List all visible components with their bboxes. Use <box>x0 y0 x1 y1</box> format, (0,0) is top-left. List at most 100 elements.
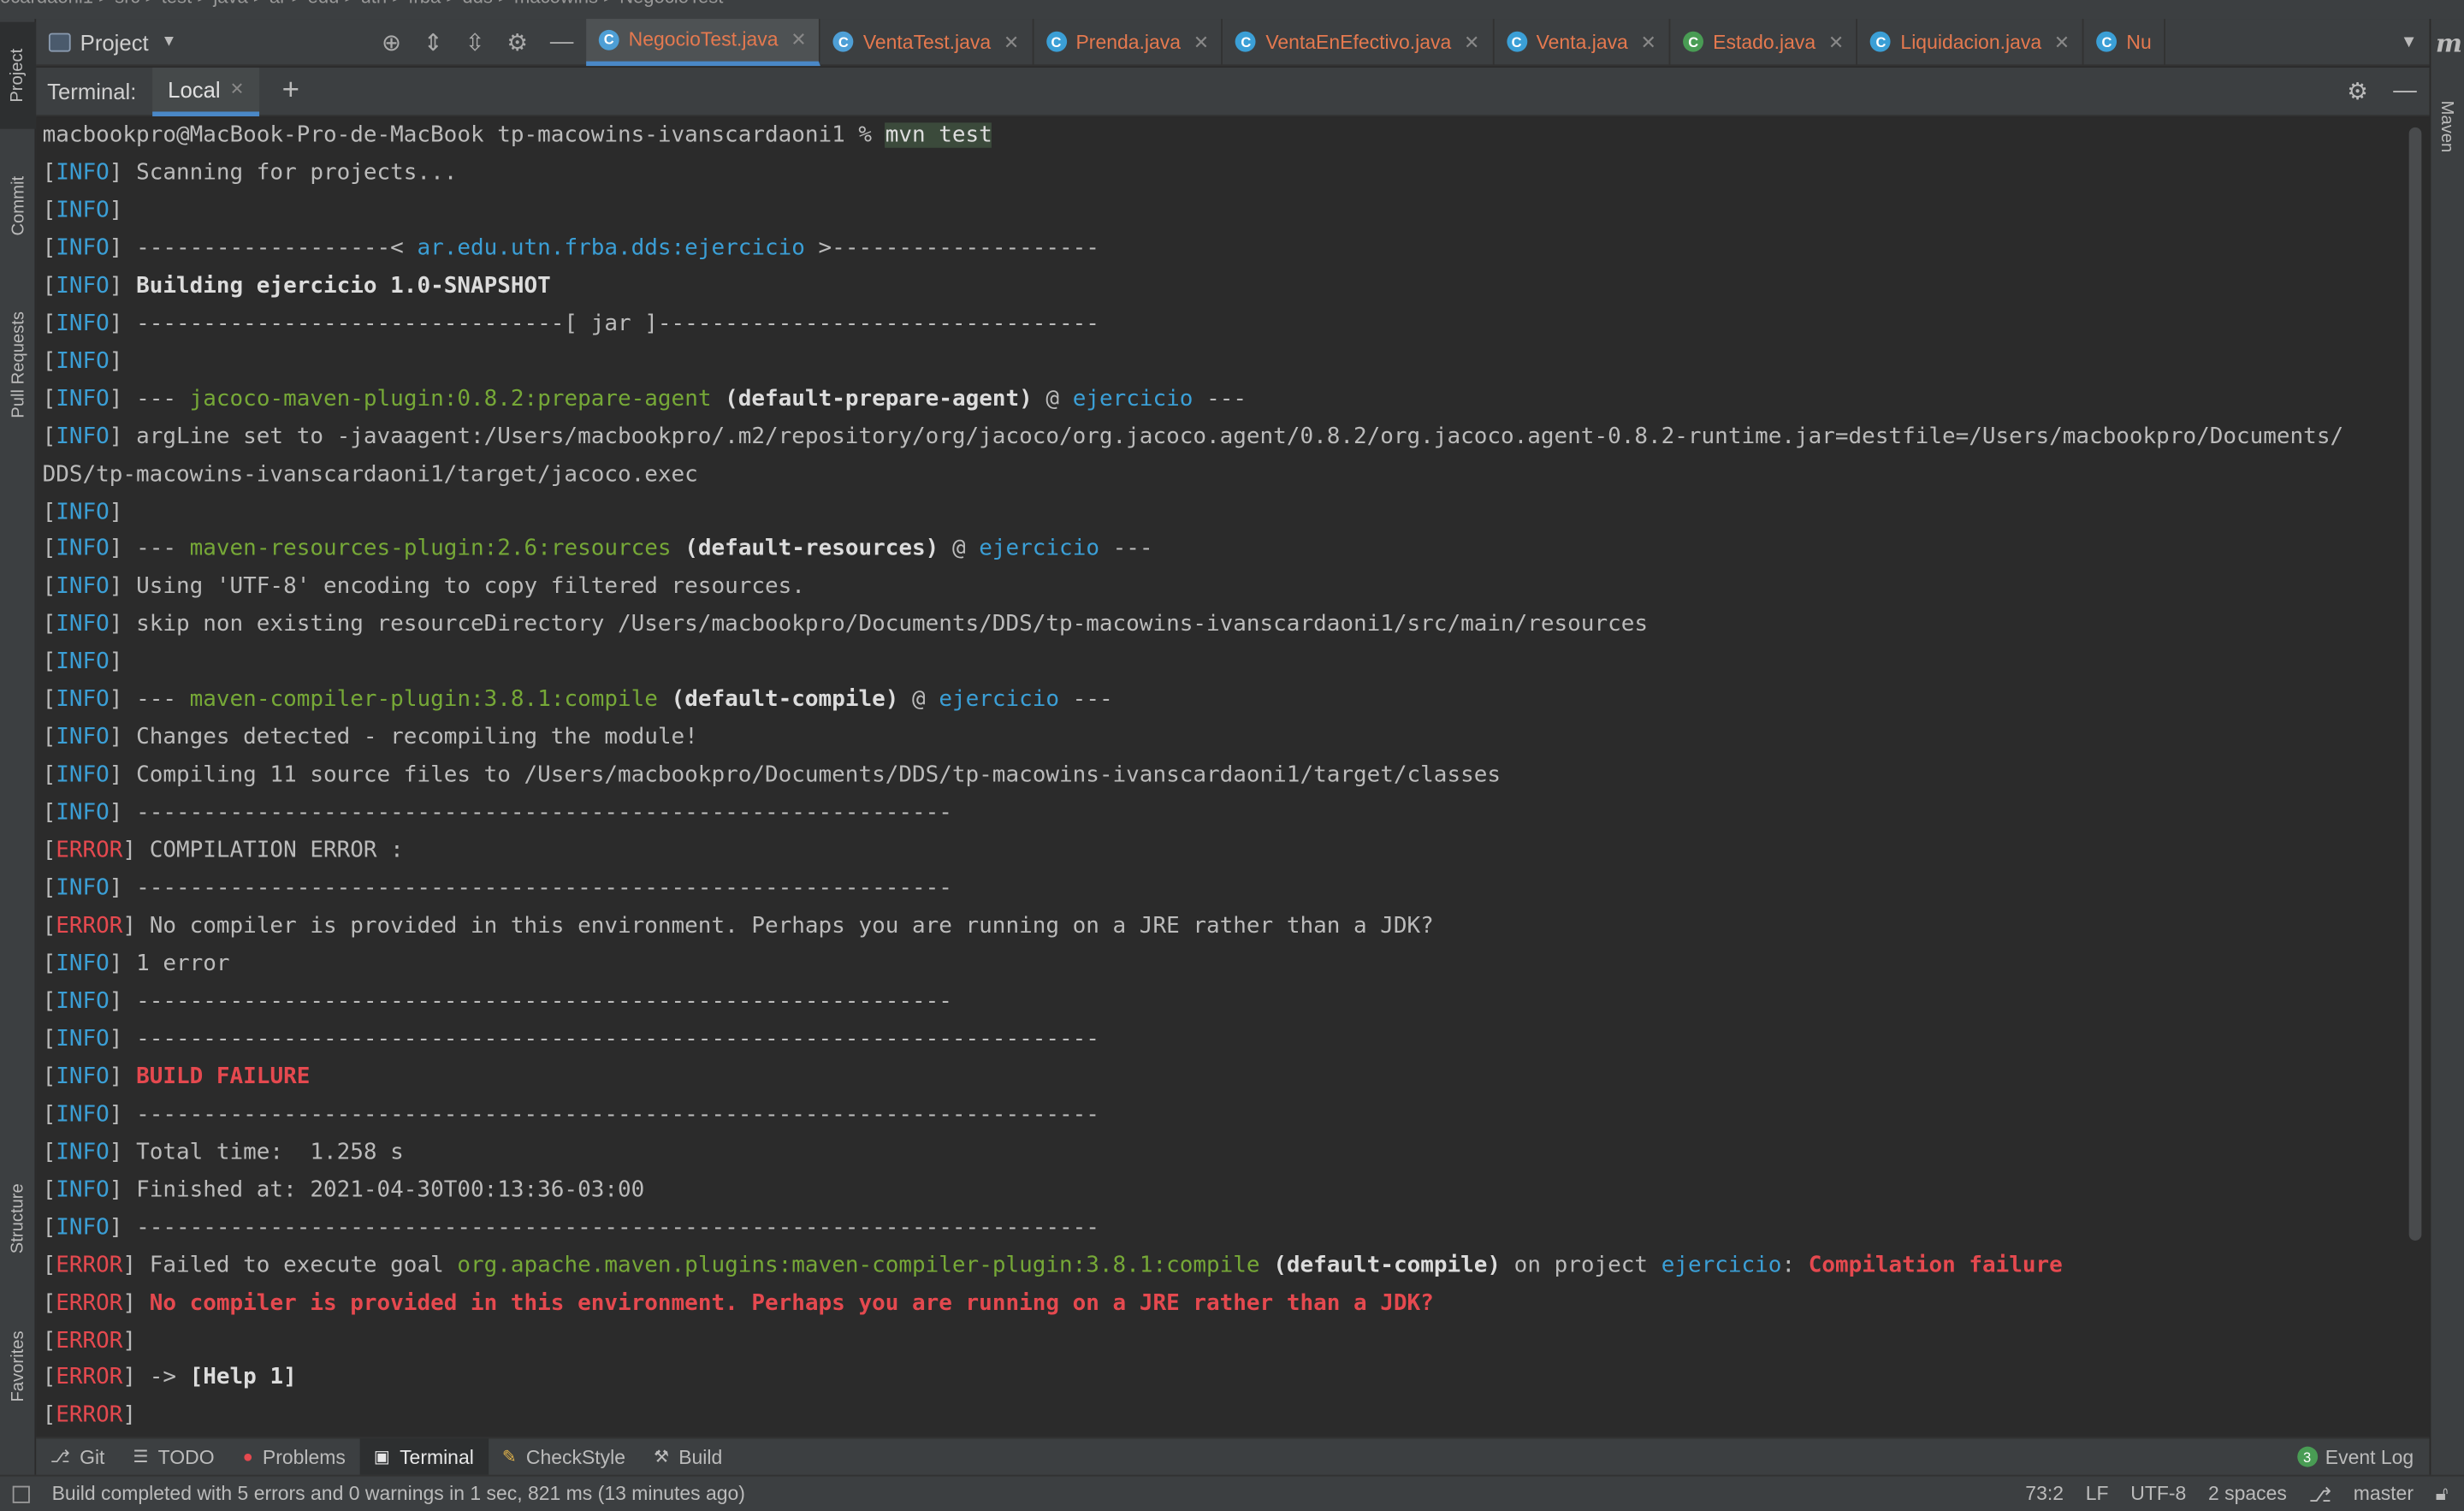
bottom-tab[interactable]: ⎇ Git <box>36 1438 119 1476</box>
terminal-segment: INFO <box>56 235 110 261</box>
gear-icon[interactable]: ⚙ <box>2347 77 2368 105</box>
terminal-segment: ERROR <box>56 913 123 939</box>
terminal-segment: [ <box>42 386 56 412</box>
bottom-tool-tabs: ⎇ Git ☰ TODO ● Problems ▣ Terminal ✎ CheckStyle ⚒ B… <box>36 1437 2430 1476</box>
bottom-tab[interactable]: ● Problems <box>228 1438 359 1476</box>
terminal-segment: : <box>1781 1252 1809 1278</box>
terminal-tab-local[interactable]: Local ✕ <box>151 67 260 116</box>
terminal-segment: ejercicio <box>979 536 1099 562</box>
maven-icon[interactable]: m <box>2436 28 2462 58</box>
breadcrumb[interactable]: ocardaoni1 > src > test > java > ar > ed… <box>0 0 723 8</box>
caret-position[interactable]: 73:2 <box>2025 1483 2064 1505</box>
close-icon[interactable]: ✕ <box>1194 31 1209 53</box>
terminal-segment: [ <box>42 725 56 751</box>
terminal-line: [INFO] <box>43 198 123 222</box>
editor-tab[interactable]: C Prenda.java ✕ <box>1034 18 1223 66</box>
locate-icon[interactable]: ⊕ <box>382 27 401 56</box>
terminal-segment: >-------------------- <box>804 235 1099 261</box>
close-icon[interactable]: ✕ <box>2054 31 2070 53</box>
terminal-segment: ] 1 error <box>109 951 230 977</box>
checkstyle-icon: ✎ <box>501 1448 517 1467</box>
close-icon[interactable]: ✕ <box>791 28 806 50</box>
terminal-segment: [ <box>42 1026 56 1052</box>
stripe-commit[interactable]: Commit <box>0 151 36 261</box>
editor-tab-label: Estado.java <box>1713 30 1816 53</box>
collapse-all-icon[interactable]: ⇳ <box>465 27 485 56</box>
chevron-down-icon[interactable]: ▼ <box>161 33 176 50</box>
expand-all-icon[interactable]: ⇕ <box>424 27 443 56</box>
editor-tab-label: NegocioTest.java <box>628 28 779 50</box>
terminal-line: [ERROR] Failed to execute goal org.apach… <box>43 1253 2063 1277</box>
editor-tab-label: Liquidacion.java <box>1900 30 2042 53</box>
editor-tab[interactable]: C VentaEnEfectivo.java ✕ <box>1223 18 1495 66</box>
stripe-pull-requests[interactable]: Pull Requests <box>0 286 36 443</box>
terminal-output[interactable]: macbookpro@MacBook-Pro-de-MacBook tp-mac… <box>36 117 2430 1437</box>
bottom-tab[interactable]: ☰ TODO <box>119 1438 228 1476</box>
close-icon[interactable]: ✕ <box>1004 31 1019 53</box>
bottom-tab[interactable]: ⚒ Build <box>640 1438 737 1476</box>
new-terminal-icon[interactable]: + <box>282 74 299 108</box>
terminal-line: [INFO] ---------------------------------… <box>43 989 952 1014</box>
terminal-segment: [ <box>42 1101 56 1128</box>
gear-icon[interactable]: ⚙ <box>506 27 528 56</box>
terminal-segment: INFO <box>56 875 110 902</box>
terminal-segment: [ <box>42 198 56 223</box>
terminal-segment: [ <box>42 1214 56 1241</box>
class-icon: C <box>1045 31 1067 52</box>
terminal-segment: Compilation failure <box>1808 1252 2063 1278</box>
editor-tab[interactable]: C Venta.java ✕ <box>1494 18 1671 66</box>
close-icon[interactable]: ✕ <box>1828 31 1844 53</box>
indent-setting[interactable]: 2 spaces <box>2208 1483 2287 1505</box>
tabs-menu-chevron-icon[interactable]: ▼ <box>2389 33 2430 51</box>
terminal-segment: [ <box>42 1176 56 1203</box>
tool-windows-icon[interactable] <box>12 1484 30 1502</box>
bottom-tab[interactable]: ✎ CheckStyle <box>488 1438 639 1476</box>
editor-tab[interactable]: C NegocioTest.java ✕ <box>586 18 821 66</box>
bottom-tab[interactable]: ▣ Terminal <box>359 1437 489 1476</box>
error-icon: ● <box>242 1447 253 1467</box>
stripe-favorites[interactable]: Favorites <box>0 1305 36 1427</box>
terminal-segment: ERROR <box>56 1289 123 1316</box>
terminal-line: [INFO] Total time: 1.258 s <box>43 1140 404 1164</box>
terminal-segment: [ <box>42 1252 56 1278</box>
stripe-project[interactable]: Project <box>0 21 37 129</box>
minimize-icon[interactable]: — <box>550 27 574 56</box>
terminal-segment: [ <box>42 1402 56 1429</box>
lock-icon[interactable]: 🔓︎ <box>2436 1482 2449 1506</box>
terminal-scrollbar[interactable] <box>2408 127 2422 1241</box>
close-icon[interactable]: ✕ <box>1464 31 1479 53</box>
terminal-segment: ERROR <box>56 1327 123 1354</box>
event-log-button[interactable]: 3 Event Log <box>2296 1446 2414 1467</box>
close-icon[interactable]: ✕ <box>1641 31 1656 53</box>
hammer-icon: ⚒ <box>654 1448 670 1467</box>
file-encoding[interactable]: UTF-8 <box>2130 1483 2186 1505</box>
stripe-structure[interactable]: Structure <box>0 1158 36 1280</box>
terminal-segment: maven-compiler-plugin:3.8.1:compile <box>189 687 658 714</box>
editor-tab[interactable]: C Liquidacion.java ✕ <box>1858 18 2084 66</box>
editor-tabs: C NegocioTest.java ✕ C VentaTest.java ✕ C Prend… <box>586 18 2389 66</box>
editor-tab[interactable]: C Estado.java ✕ <box>1671 18 1858 66</box>
terminal-segment: [ <box>42 424 56 449</box>
terminal-line: [INFO] --- maven-resources-plugin:2.6:re… <box>43 537 1153 562</box>
stripe-maven-label[interactable]: Maven <box>2437 101 2456 153</box>
git-branch[interactable]: master <box>2354 1483 2414 1505</box>
terminal-segment: ejercicio <box>1072 386 1194 412</box>
terminal-segment <box>658 688 672 713</box>
terminal-line: [INFO] <box>43 500 123 524</box>
terminal-segment: INFO <box>56 687 110 714</box>
terminal-segment: ] --------------------------------------… <box>109 875 952 902</box>
terminal-segment: [ <box>42 913 56 939</box>
hide-icon[interactable]: — <box>2393 77 2417 105</box>
bottom-tab-label: Build <box>678 1445 723 1468</box>
terminal-segment: [ <box>42 536 56 562</box>
terminal-segment: [ <box>42 348 56 374</box>
terminal-segment: INFO <box>56 311 110 336</box>
editor-tab[interactable]: C Nu <box>2084 18 2166 66</box>
line-separator[interactable]: LF <box>2086 1483 2109 1505</box>
project-view-header: Project ▼ ⊕ ⇕ ⇳ ⚙ — <box>36 18 586 65</box>
editor-tab[interactable]: C VentaTest.java ✕ <box>820 18 1034 66</box>
project-view-title[interactable]: Project <box>80 29 149 54</box>
close-icon[interactable]: ✕ <box>230 79 245 99</box>
terminal-segment: [ <box>42 1289 56 1316</box>
status-message[interactable]: Build completed with 5 errors and 0 warn… <box>52 1483 745 1505</box>
